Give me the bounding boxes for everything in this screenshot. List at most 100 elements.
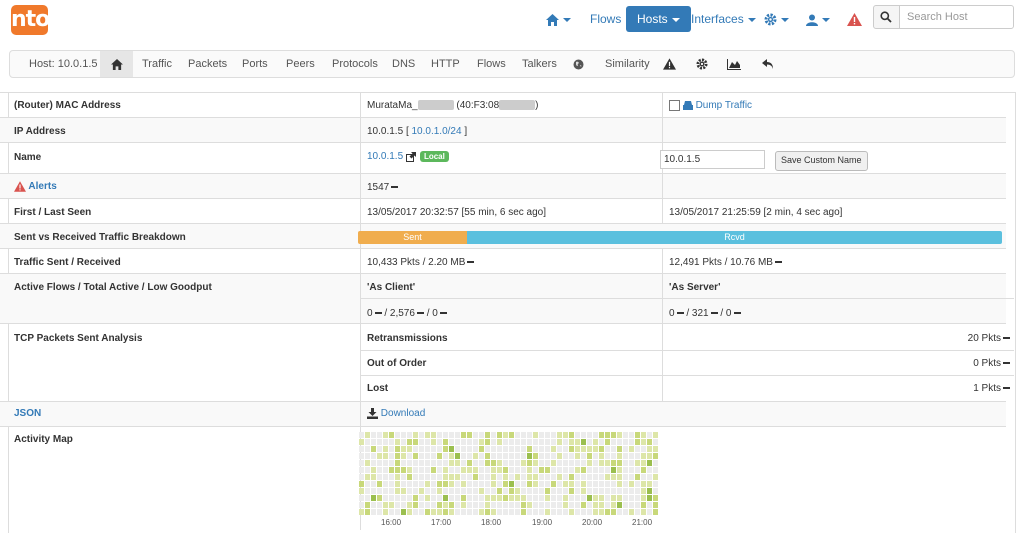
tab-peers[interactable]: Peers xyxy=(286,51,315,77)
network-link[interactable]: 10.0.1.0/24 xyxy=(412,126,462,137)
activity-cell xyxy=(455,460,460,466)
tab-home[interactable] xyxy=(100,51,133,77)
ntop-logo[interactable]: ntop xyxy=(11,5,65,35)
traffic-sent-value: 10,433 Pkts / 2.20 MB xyxy=(367,257,466,268)
activity-cell xyxy=(515,460,520,466)
nav-hosts[interactable]: Hosts xyxy=(626,6,691,32)
tab-geomap[interactable] xyxy=(573,51,584,77)
save-custom-name-button[interactable]: Save Custom Name xyxy=(775,151,868,171)
activity-cell xyxy=(365,481,370,487)
activity-cell xyxy=(443,495,448,501)
activity-cell xyxy=(443,481,448,487)
tab-flows[interactable]: Flows xyxy=(477,51,506,77)
activity-cell xyxy=(485,488,490,494)
tab-traffic[interactable]: Traffic xyxy=(142,51,172,77)
activity-cell xyxy=(479,453,484,459)
search-input[interactable] xyxy=(899,5,1014,29)
tab-http[interactable]: HTTP xyxy=(431,51,460,77)
activity-cell xyxy=(491,509,496,515)
activity-tick: 16:00 xyxy=(381,518,402,527)
tab-back[interactable] xyxy=(762,51,774,77)
gear-icon xyxy=(696,58,708,70)
activity-cell xyxy=(587,439,592,445)
activity-cell xyxy=(407,488,412,494)
tab-dns[interactable]: DNS xyxy=(392,51,415,77)
activity-cell xyxy=(467,460,472,466)
host-name-link[interactable]: 10.0.1.5 xyxy=(367,151,403,162)
activity-cell xyxy=(527,474,532,480)
activity-cell xyxy=(443,432,448,438)
tab-talkers[interactable]: Talkers xyxy=(522,51,557,77)
activity-cell xyxy=(437,502,442,508)
activity-cell xyxy=(485,439,490,445)
activity-cell xyxy=(407,467,412,473)
activity-cell xyxy=(563,495,568,501)
trend-stable-icon xyxy=(391,186,399,189)
external-link-icon[interactable] xyxy=(405,151,416,162)
activity-cell xyxy=(629,474,634,480)
dump-checkbox[interactable] xyxy=(669,100,680,111)
activity-cell xyxy=(419,474,424,480)
tab-similarity[interactable]: Similarity xyxy=(605,51,650,77)
activity-cell xyxy=(617,488,622,494)
activity-cell xyxy=(389,509,394,515)
dump-traffic-link[interactable]: Dump Traffic xyxy=(696,100,753,111)
download-link[interactable]: Download xyxy=(381,408,425,419)
activity-cell xyxy=(533,481,538,487)
activity-cell xyxy=(599,432,604,438)
nav-flows[interactable]: Flows xyxy=(590,6,621,32)
nav-interfaces[interactable]: Interfaces xyxy=(691,6,756,32)
tab-protocols[interactable]: Protocols xyxy=(332,51,378,77)
tab-historical[interactable] xyxy=(727,51,741,77)
ooo-label: Out of Order xyxy=(367,358,427,369)
activity-cell xyxy=(461,460,466,466)
user-menu[interactable] xyxy=(806,6,830,32)
activity-cell xyxy=(497,467,502,473)
activity-cell xyxy=(497,495,502,501)
activity-cell xyxy=(383,495,388,501)
home-menu[interactable] xyxy=(546,6,571,32)
activity-cell xyxy=(653,495,658,501)
custom-name-input[interactable] xyxy=(660,150,765,169)
tab-packets[interactable]: Packets xyxy=(188,51,227,77)
activity-cell xyxy=(593,488,598,494)
activity-cell xyxy=(371,446,376,452)
activity-cell xyxy=(581,446,586,452)
json-download[interactable]: Download xyxy=(367,408,425,419)
activity-cell xyxy=(533,446,538,452)
activity-cell xyxy=(383,481,388,487)
tab-alerts[interactable] xyxy=(663,51,676,77)
settings-menu[interactable] xyxy=(764,6,789,32)
alerts-nav[interactable] xyxy=(847,6,862,32)
activity-cell xyxy=(473,453,478,459)
activity-cell xyxy=(365,502,370,508)
alerts-label-cell[interactable]: Alerts xyxy=(14,181,57,192)
activity-tick: 21:00 xyxy=(632,518,653,527)
activity-cell xyxy=(653,502,658,508)
client-low-goodput: / 0 xyxy=(426,308,438,319)
mac-address: (40:F3:08 xyxy=(456,100,500,111)
activity-cell xyxy=(437,446,442,452)
activity-cell xyxy=(455,467,460,473)
tab-config[interactable] xyxy=(696,51,708,77)
activity-cell xyxy=(467,446,472,452)
activity-cell xyxy=(497,481,502,487)
activity-cell xyxy=(599,481,604,487)
search-button[interactable] xyxy=(873,5,900,29)
activity-cell xyxy=(431,453,436,459)
activity-cell xyxy=(479,488,484,494)
dump-traffic[interactable]: Dump Traffic xyxy=(669,100,752,111)
tab-ports[interactable]: Ports xyxy=(242,51,268,77)
activity-cell xyxy=(611,502,616,508)
activity-cell xyxy=(647,488,652,494)
activity-cell xyxy=(599,453,604,459)
activity-cell xyxy=(527,453,532,459)
activity-cell xyxy=(401,481,406,487)
activity-cell xyxy=(521,432,526,438)
activity-cell xyxy=(449,432,454,438)
table-row xyxy=(0,401,1006,427)
alerts-link[interactable]: Alerts xyxy=(28,181,56,192)
json-link[interactable]: JSON xyxy=(14,408,41,419)
activity-cell xyxy=(389,453,394,459)
activity-cell xyxy=(569,474,574,480)
